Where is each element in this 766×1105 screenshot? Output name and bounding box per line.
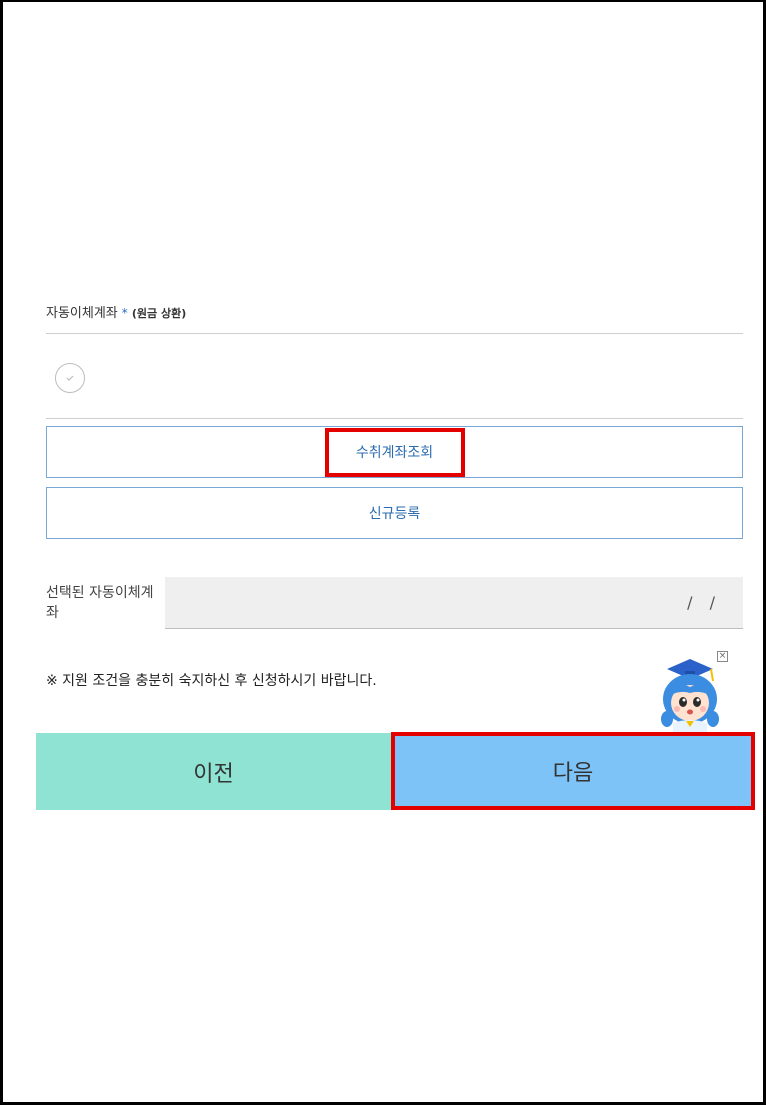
next-label: 다음	[552, 761, 594, 786]
auto-transfer-account-title: 자동이체계좌 * (원금 상환)	[46, 302, 186, 321]
prev-label: 이전	[193, 761, 234, 787]
selected-account-label: 선택된 자동이체계좌	[46, 585, 154, 621]
screen-frame: 자동이체계좌 * (원금 상환) 수취계좌조회 신규등록 선택된 자동이체계좌 /…	[0, 0, 766, 1105]
close-icon[interactable]: ×	[717, 651, 728, 662]
notice-text: ※ 지원 조건을 충분히 숙지하신 후 신청하시기 바랍니다.	[46, 673, 377, 689]
prev-button[interactable]: 이전	[36, 733, 391, 810]
selected-account-value: / /	[687, 593, 721, 612]
account-lookup-button[interactable]: 수취계좌조회	[46, 426, 743, 478]
mascot-icon[interactable]	[655, 657, 725, 732]
account-select-radio[interactable]	[55, 363, 85, 393]
new-register-label: 신규등록	[368, 506, 421, 522]
required-mark: *	[121, 306, 128, 320]
next-button[interactable]: 다음	[391, 732, 755, 810]
check-icon	[66, 375, 74, 381]
divider	[46, 333, 743, 334]
selected-account-field: / /	[165, 577, 743, 629]
title-text: 자동이체계좌	[46, 306, 118, 321]
new-register-button[interactable]: 신규등록	[46, 487, 743, 539]
title-subtitle: (원금 상환)	[131, 307, 187, 320]
divider	[46, 418, 743, 419]
account-lookup-label: 수취계좌조회	[355, 445, 434, 461]
